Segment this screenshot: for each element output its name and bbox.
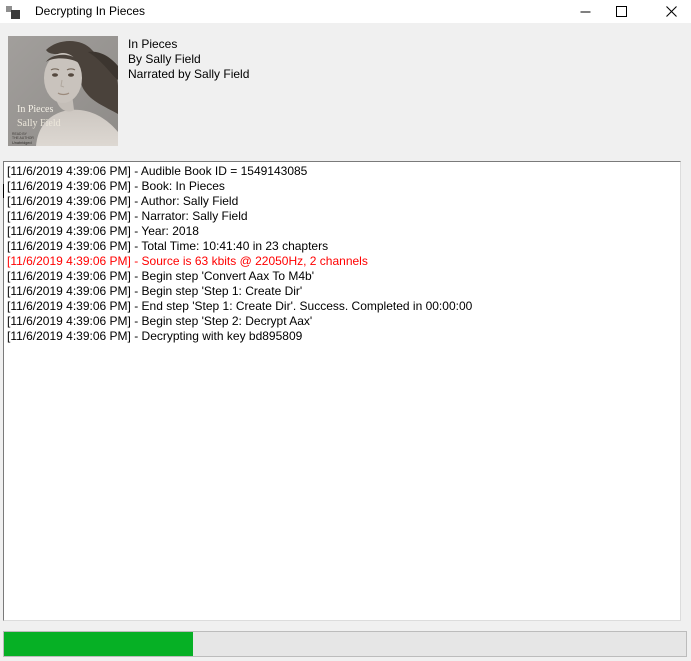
titlebar[interactable]: Decrypting In Pieces <box>0 0 691 23</box>
log-line: [11/6/2019 4:39:06 PM] - Narrator: Sally… <box>7 209 677 224</box>
maximize-button[interactable] <box>606 0 636 23</box>
minimize-icon <box>580 6 591 17</box>
app-window: Decrypting In Pieces <box>0 0 691 661</box>
book-author: By Sally Field <box>128 52 249 67</box>
book-narrator: Narrated by Sally Field <box>128 67 249 82</box>
book-cover-image: In Pieces Sally Field READ BY THE AUTHOR… <box>8 36 118 146</box>
progress-fill <box>4 632 193 656</box>
app-icon[interactable] <box>6 4 21 19</box>
log-line: [11/6/2019 4:39:06 PM] - Decrypting with… <box>7 329 677 344</box>
minimize-button[interactable] <box>570 0 600 23</box>
log-line: [11/6/2019 4:39:06 PM] - Year: 2018 <box>7 224 677 239</box>
log-line: [11/6/2019 4:39:06 PM] - End step 'Step … <box>7 299 677 314</box>
cover-edition-text: Unabridged <box>12 141 32 145</box>
log-line: [11/6/2019 4:39:06 PM] - Begin step 'Con… <box>7 269 677 284</box>
cover-readby-line2: THE AUTHOR <box>12 136 34 140</box>
log-line: [11/6/2019 4:39:06 PM] - Audible Book ID… <box>7 164 677 179</box>
log-line: [11/6/2019 4:39:06 PM] - Begin step 'Ste… <box>7 314 677 329</box>
window-title: Decrypting In Pieces <box>35 4 145 18</box>
text-caret <box>3 184 4 198</box>
cover-title-text: In Pieces <box>17 104 53 115</box>
log-textbox[interactable]: [11/6/2019 4:39:06 PM] - Audible Book ID… <box>3 161 681 621</box>
close-icon <box>666 6 677 17</box>
cover-author-text: Sally Field <box>17 118 61 129</box>
log-line: [11/6/2019 4:39:06 PM] - Source is 63 kb… <box>7 254 677 269</box>
book-info: In Pieces By Sally Field Narrated by Sal… <box>128 37 249 82</box>
log-line: [11/6/2019 4:39:06 PM] - Book: In Pieces <box>7 179 677 194</box>
book-title: In Pieces <box>128 37 249 52</box>
log-line: [11/6/2019 4:39:06 PM] - Total Time: 10:… <box>7 239 677 254</box>
progress-bar <box>3 631 687 657</box>
log-line: [11/6/2019 4:39:06 PM] - Author: Sally F… <box>7 194 677 209</box>
maximize-icon <box>616 6 627 17</box>
log-line: [11/6/2019 4:39:06 PM] - Begin step 'Ste… <box>7 284 677 299</box>
close-button[interactable] <box>656 0 686 23</box>
